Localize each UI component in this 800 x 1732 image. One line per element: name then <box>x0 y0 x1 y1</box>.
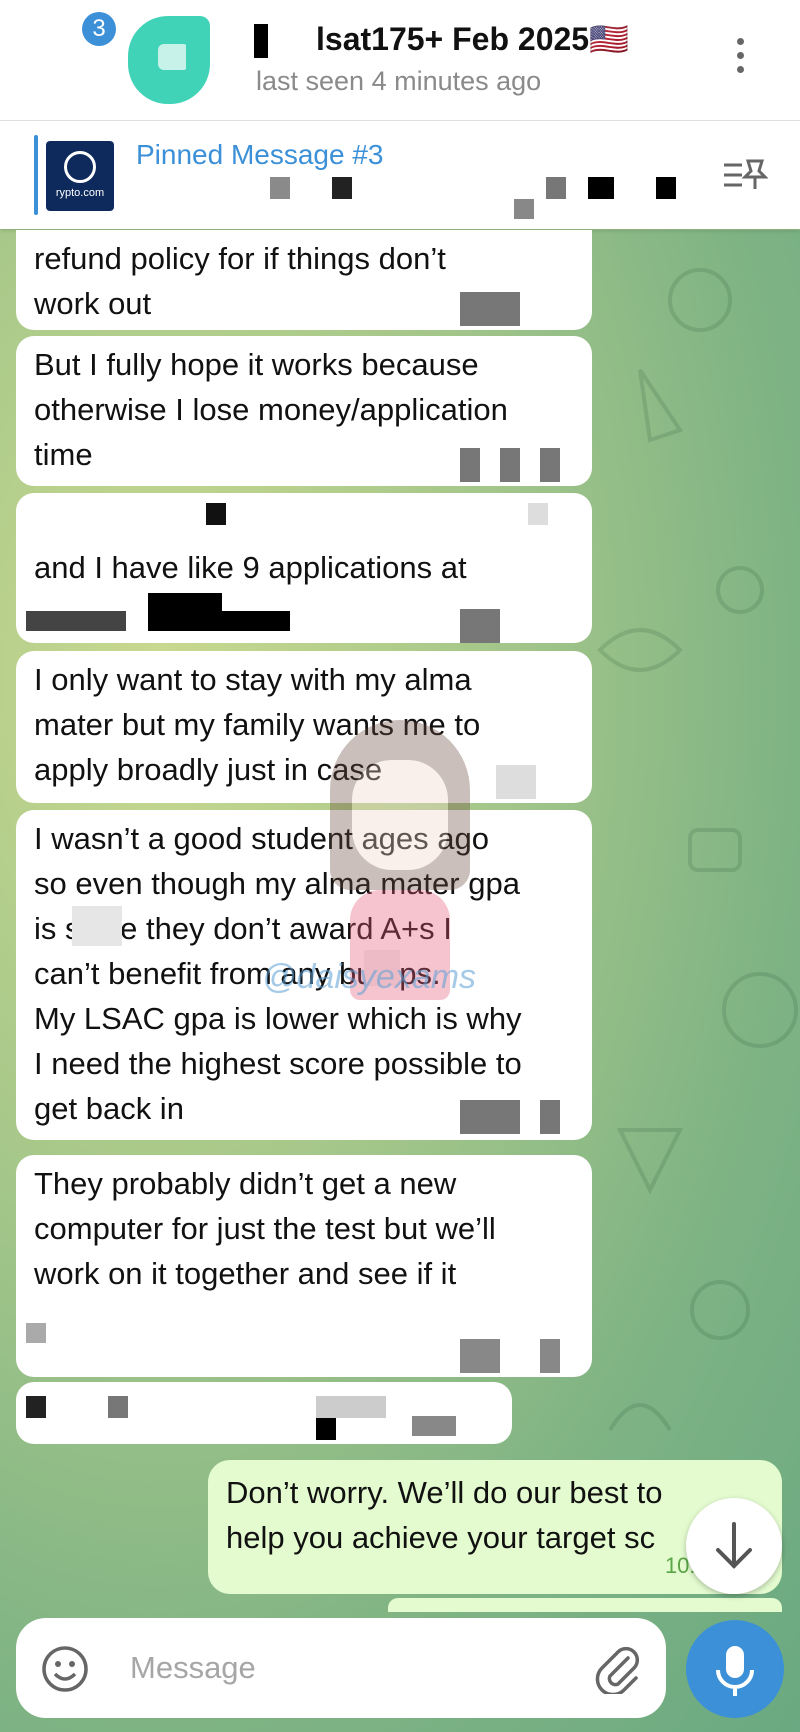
message-bubble[interactable]: and I have like 9 applications at <box>16 493 592 643</box>
microphone-icon <box>716 1646 754 1696</box>
redacted-time <box>460 292 520 326</box>
unread-count-badge[interactable]: 3 <box>82 12 116 46</box>
next-sent-bubble <box>388 1598 782 1612</box>
redacted-time <box>460 1339 500 1373</box>
redacted-block <box>26 1323 46 1343</box>
redacted-time <box>540 1339 560 1373</box>
redacted-block <box>528 503 548 525</box>
redacted-block <box>72 906 122 946</box>
watermark-text: @daisyexams <box>262 958 477 996</box>
message-text: They probably didn’t get a new computer … <box>34 1166 496 1291</box>
message-bubble[interactable]: refund policy for if things don’t work o… <box>16 230 592 330</box>
redacted-block <box>316 1418 336 1440</box>
message-text: and I have like 9 applications at <box>34 550 467 585</box>
redacted-block <box>148 593 222 631</box>
redacted-time <box>496 765 536 799</box>
redacted-time <box>460 1100 520 1134</box>
scroll-down-button[interactable] <box>686 1498 782 1594</box>
message-composer <box>16 1618 666 1718</box>
redacted-time <box>460 609 500 643</box>
pinned-list-icon[interactable] <box>720 155 768 195</box>
redacted-block <box>332 177 352 199</box>
message-text: But I fully hope it works because otherw… <box>34 347 508 472</box>
pinned-message-label: Pinned Message #3 <box>136 139 384 170</box>
redacted-block <box>270 177 290 199</box>
message-bubble[interactable]: I only want to stay with my alma mater b… <box>16 651 592 803</box>
pinned-thumbnail: rypto.com <box>46 141 114 211</box>
redacted-block <box>222 611 290 631</box>
pinned-message-bar[interactable]: rypto.com Pinned Message #3 <box>0 121 800 229</box>
message-text: I only want to stay with my alma mater b… <box>34 662 481 787</box>
message-bubble[interactable] <box>16 1382 512 1444</box>
more-options-icon[interactable] <box>730 38 750 82</box>
pinned-indicator <box>34 135 38 215</box>
redacted-block <box>108 1396 128 1418</box>
crypto-logo-icon <box>64 151 96 183</box>
redacted-time <box>540 1100 560 1134</box>
message-bubble[interactable]: But I fully hope it works because otherw… <box>16 336 592 486</box>
redacted-block <box>206 503 226 525</box>
redacted-block <box>546 177 566 199</box>
redacted-block <box>26 611 126 631</box>
redacted-time <box>500 448 520 482</box>
last-seen-status: last seen 4 minutes ago <box>256 66 542 96</box>
redacted-time <box>412 1416 456 1436</box>
voice-record-button[interactable] <box>686 1620 784 1718</box>
arrow-down-icon <box>716 1522 752 1569</box>
message-input[interactable] <box>128 1642 572 1694</box>
chat-header: 3 lsat175+ Feb 2025🇺🇸 last seen 4 minute… <box>0 0 800 121</box>
pinned-thumb-text: rypto.com <box>55 187 105 199</box>
redacted-block <box>656 177 676 199</box>
chat-title[interactable]: lsat175+ Feb 2025🇺🇸 <box>316 20 629 58</box>
redacted-block <box>26 1396 46 1418</box>
redacted-block <box>316 1396 386 1418</box>
redacted-block <box>514 199 534 219</box>
emoji-icon[interactable] <box>40 1644 90 1694</box>
redacted-block <box>254 24 268 58</box>
back-avatar[interactable] <box>128 16 210 104</box>
redacted-block <box>588 177 614 199</box>
message-bubble[interactable]: They probably didn’t get a new computer … <box>16 1155 592 1377</box>
attach-icon[interactable] <box>594 1644 640 1694</box>
redacted-time <box>540 448 560 482</box>
redacted-time <box>460 448 480 482</box>
